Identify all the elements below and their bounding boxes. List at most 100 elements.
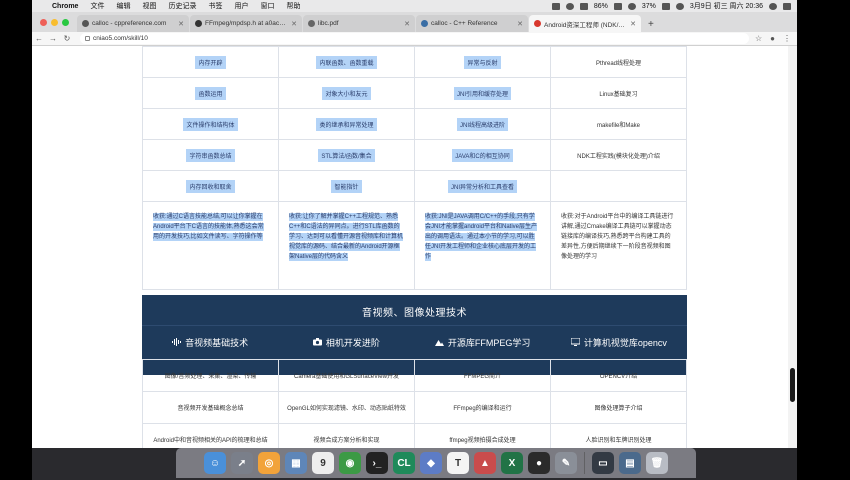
calendar-icon[interactable]: 9 [312,452,334,474]
search-icon[interactable] [769,2,777,10]
browser-tab[interactable]: libc.pdf ✕ [303,15,415,32]
browser-tab[interactable]: calloc - C++ Reference ✕ [416,15,528,32]
table-cell: Linux基础复习 [550,77,687,109]
menu-bookmarks[interactable]: 书签 [202,1,228,11]
excel-icon[interactable]: X [501,452,523,474]
finder-icon[interactable]: ☺ [204,452,226,474]
status-app-icon[interactable] [565,2,574,10]
description-cell: 收获:让你了解并掌握C++工程规范、熟悉C++和C语法的异同点。进行STL库函数… [278,201,415,290]
tab-label: Android资深工程师 (NDK/音视… [544,21,627,29]
browser-tab[interactable]: FFmpeg/mpdsp.h at a0ac49b ✕ [190,15,302,32]
tab-label: calloc - cppreference.com [92,20,167,27]
chrome-icon[interactable]: ◉ [339,452,361,474]
table-cell: OPENCV介绍 [550,359,687,392]
browser-tab[interactable]: calloc - cppreference.com ✕ [77,15,189,32]
browser-toolbar: ← → ↻ cniao5.com/skill/10 ☆ ● ⋮ [32,32,797,46]
typora-icon[interactable]: T [447,452,469,474]
close-window-icon[interactable] [40,18,47,26]
clion-icon[interactable]: CL [393,452,415,474]
close-tab-icon[interactable]: ✕ [517,20,523,28]
table-cell: Pthread线程处理 [550,46,687,78]
battery-icon[interactable] [613,2,622,10]
table-cell: makefile和Make [550,108,687,140]
section-column: 音视频基础技术 [142,327,278,357]
table-cell: 音视频开发基础概念总结 [142,391,279,424]
battery-percent-a[interactable]: 86% [594,3,608,10]
forward-icon[interactable]: → [46,34,60,43]
menu-kebab-icon[interactable]: ⋮ [783,34,791,43]
profile-icon[interactable]: ● [770,34,775,43]
macos-menu-bar: Chrome 文件 编辑 视图 历史记录 书签 用户 窗口 帮助 86% 37%… [32,0,797,12]
browser-tab-active[interactable]: Android资深工程师 (NDK/音视… ✕ [529,15,641,32]
table-row: 图像/音频处理、采集、渲染、传输 Camera基础使用和GLSurfaceVie… [142,359,687,392]
table-cell: JNI线程高级进阶 [414,108,551,140]
bookmark-star-icon[interactable]: ☆ [755,34,762,43]
menu-clock[interactable]: 3月9日 初三 周六 20:36 [690,1,763,11]
syllabus-table-bottom: 图像/音频处理、采集、渲染、传输 Camera基础使用和GLSurfaceVie… [142,359,687,448]
notification-center-icon[interactable] [783,2,791,10]
close-tab-icon[interactable]: ✕ [291,20,297,28]
table-cell: JNI异常分析和工具查看 [414,170,551,202]
table-cell: Android中和音视频相关的API的梳理和总结 [142,423,279,448]
menu-people[interactable]: 用户 [228,1,254,11]
close-tab-icon[interactable]: ✕ [630,20,636,28]
menu-view[interactable]: 视图 [136,1,162,11]
zoom-window-icon[interactable] [62,18,69,26]
tab-label: FFmpeg/mpdsp.h at a0ac49b [205,20,289,27]
table-cell: FFMPEG简介 [414,359,551,392]
safari-icon[interactable]: ◎ [258,452,280,474]
page-scrollbar[interactable] [788,46,797,448]
section-column: 计算机视觉库opencv [551,327,687,357]
obs-icon[interactable]: ● [528,452,550,474]
site-info-icon[interactable] [85,36,90,41]
macos-dock: ☺ ➚ ◎ ▦ 9 ◉ ›_ CL ◆ T ▲ X ● ✎ ▭ ▤ 🗑 [176,448,696,478]
menu-file[interactable]: 文件 [84,1,110,11]
syllabus-table-top: 内存开辟 内联函数、函数重载 异常与反射 Pthread线程处理 函数运用 对象… [142,46,687,290]
camera-icon [312,338,322,346]
url-text: cniao5.com/skill/10 [93,35,148,42]
menu-help[interactable]: 帮助 [280,1,306,11]
table-row: Android中和音视频相关的API的梳理和总结 视频合成方案分析和实现 ffm… [142,423,687,448]
course-outline: 内存开辟 内联函数、函数重载 异常与反射 Pthread线程处理 函数运用 对象… [142,46,687,448]
xcode-icon[interactable]: ◆ [420,452,442,474]
address-bar[interactable]: cniao5.com/skill/10 [80,33,749,44]
back-icon[interactable]: ← [32,34,46,43]
scrollbar-thumb[interactable] [790,368,795,402]
tab-label: calloc - C++ Reference [431,20,498,27]
status-app-icon[interactable] [579,2,588,10]
table-cell: 智能指针 [278,170,415,202]
table-row: 文件操作和结构体 类的继承和异常处理 JNI线程高级进阶 makefile和Ma… [142,108,687,140]
section-divider [142,325,687,326]
reload-icon[interactable]: ↻ [60,34,74,43]
mail-icon[interactable]: ▲ [474,452,496,474]
input-method-icon[interactable] [661,2,670,10]
launchpad-icon[interactable]: ➚ [231,452,253,474]
status-app-icon[interactable] [551,2,560,10]
battery-percent-b[interactable]: 37% [642,3,656,10]
monitor-icon [570,338,580,346]
utility-icon[interactable]: ✎ [555,452,577,474]
wifi-icon[interactable] [627,2,636,10]
terminal-icon[interactable]: ›_ [366,452,388,474]
menu-window[interactable]: 窗口 [254,1,280,11]
screen-recording-icon[interactable]: ▭ [592,452,614,474]
table-row: 函数运用 对象大小和友元 JNI引用和缓存处理 Linux基础复习 [142,77,687,109]
dock-separator [584,452,585,474]
tab-favicon-icon [534,20,541,27]
close-tab-icon[interactable]: ✕ [404,20,410,28]
screen: Chrome 文件 编辑 视图 历史记录 书签 用户 窗口 帮助 86% 37%… [32,0,797,480]
trash-icon[interactable]: 🗑 [646,452,668,474]
volume-icon[interactable] [675,2,684,10]
close-tab-icon[interactable]: ✕ [178,20,184,28]
section-column-label: 相机开发进阶 [325,337,380,348]
section-column-label: 音视频基础技术 [185,337,249,348]
menu-chrome[interactable]: Chrome [46,3,84,10]
menu-history[interactable]: 历史记录 [162,1,202,11]
table-cell: NDK工程实践(模块化处理)介绍 [550,139,687,171]
minimize-window-icon[interactable] [51,18,58,26]
menu-edit[interactable]: 编辑 [110,1,136,11]
table-cell: 内存回收和取舍 [142,170,279,202]
preview-icon[interactable]: ▦ [285,452,307,474]
downloads-icon[interactable]: ▤ [619,452,641,474]
new-tab-icon[interactable]: + [642,19,660,32]
